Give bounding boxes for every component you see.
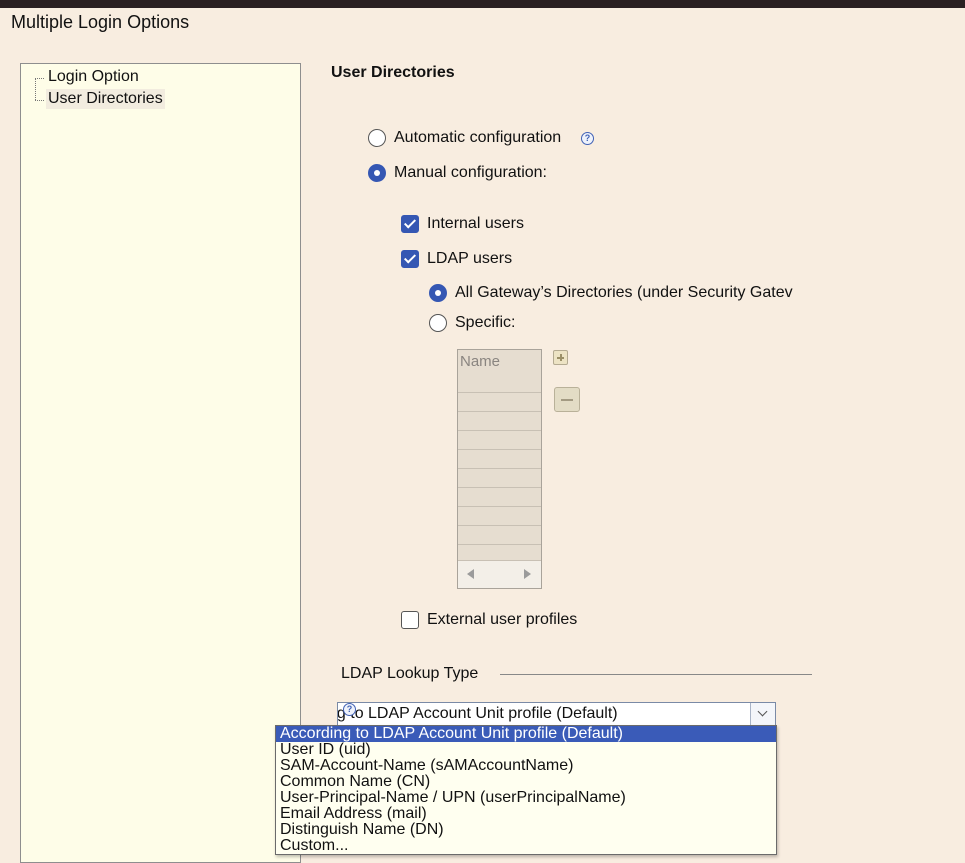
table-header: Name — [458, 350, 541, 393]
ldap-lookup-dropdown-list[interactable]: According to LDAP Account Unit profile (… — [275, 725, 777, 855]
all-gateways-radio[interactable] — [429, 284, 447, 302]
internal-users-checkbox[interactable] — [401, 215, 419, 233]
help-icon[interactable]: ? — [581, 132, 594, 145]
table-row[interactable] — [458, 393, 541, 412]
tree-item-user-directories[interactable]: User Directories — [46, 89, 165, 109]
tree-item-login-option[interactable]: Login Option — [46, 67, 141, 87]
table-row[interactable] — [458, 526, 541, 545]
tree-connector — [35, 78, 44, 79]
external-user-profiles-label[interactable]: External user profiles — [427, 610, 577, 630]
ldap-users-checkbox[interactable] — [401, 250, 419, 268]
manual-configuration-radio[interactable] — [368, 164, 386, 182]
external-user-profiles-checkbox[interactable] — [401, 611, 419, 629]
add-directory-button[interactable] — [553, 350, 568, 365]
dropdown-option-samaccountname[interactable]: SAM-Account-Name (sAMAccountName) — [276, 758, 776, 774]
group-divider — [500, 674, 812, 675]
section-title: User Directories — [331, 64, 455, 81]
ldap-lookup-selected-value: ng to LDAP Account Unit profile (Default… — [337, 705, 618, 722]
dropdown-option-custom[interactable]: Custom... — [276, 838, 776, 854]
dropdown-option-uid[interactable]: User ID (uid) — [276, 742, 776, 758]
table-row[interactable] — [458, 431, 541, 450]
all-gateways-label[interactable]: All Gateway’s Directories (under Securit… — [455, 283, 793, 303]
automatic-configuration-radio[interactable] — [368, 129, 386, 147]
automatic-configuration-label[interactable]: Automatic configuration — [394, 128, 561, 148]
scroll-right-icon[interactable] — [524, 569, 531, 579]
scroll-left-icon[interactable] — [467, 569, 474, 579]
dropdown-option-dn[interactable]: Distinguish Name (DN) — [276, 822, 776, 838]
chevron-down-icon[interactable] — [750, 703, 775, 725]
help-icon[interactable]: ? — [343, 703, 356, 716]
specific-radio[interactable] — [429, 314, 447, 332]
ldap-lookup-group-title: LDAP Lookup Type — [341, 665, 479, 682]
name-column-header: Name — [460, 353, 501, 370]
manual-configuration-label[interactable]: Manual configuration: — [394, 163, 547, 183]
table-row[interactable] — [458, 488, 541, 507]
ldap-users-label[interactable]: LDAP users — [427, 249, 512, 269]
table-row[interactable] — [458, 412, 541, 431]
directories-table[interactable]: Name — [457, 349, 542, 589]
options-tree: Login Option User Directories — [20, 63, 301, 863]
window-title: Multiple Login Options — [11, 12, 190, 32]
dropdown-option-mail[interactable]: Email Address (mail) — [276, 806, 776, 822]
remove-directory-button[interactable] — [554, 387, 580, 412]
dropdown-option-cn[interactable]: Common Name (CN) — [276, 774, 776, 790]
tree-connector — [35, 78, 36, 100]
all-gateways-label-clip: All Gateway’s Directories (under Securit… — [455, 283, 813, 305]
window-top-bar — [0, 0, 965, 8]
internal-users-label[interactable]: Internal users — [427, 214, 524, 234]
table-row[interactable] — [458, 469, 541, 488]
horizontal-scrollbar[interactable] — [458, 560, 541, 588]
table-row[interactable] — [458, 507, 541, 526]
dropdown-option-upn[interactable]: User-Principal-Name / UPN (userPrincipal… — [276, 790, 776, 806]
table-row[interactable] — [458, 450, 541, 469]
dropdown-option-default[interactable]: According to LDAP Account Unit profile (… — [276, 726, 776, 742]
tree-connector — [35, 100, 44, 101]
ldap-lookup-select[interactable]: ng to LDAP Account Unit profile (Default… — [337, 702, 776, 726]
specific-label[interactable]: Specific: — [455, 313, 515, 333]
